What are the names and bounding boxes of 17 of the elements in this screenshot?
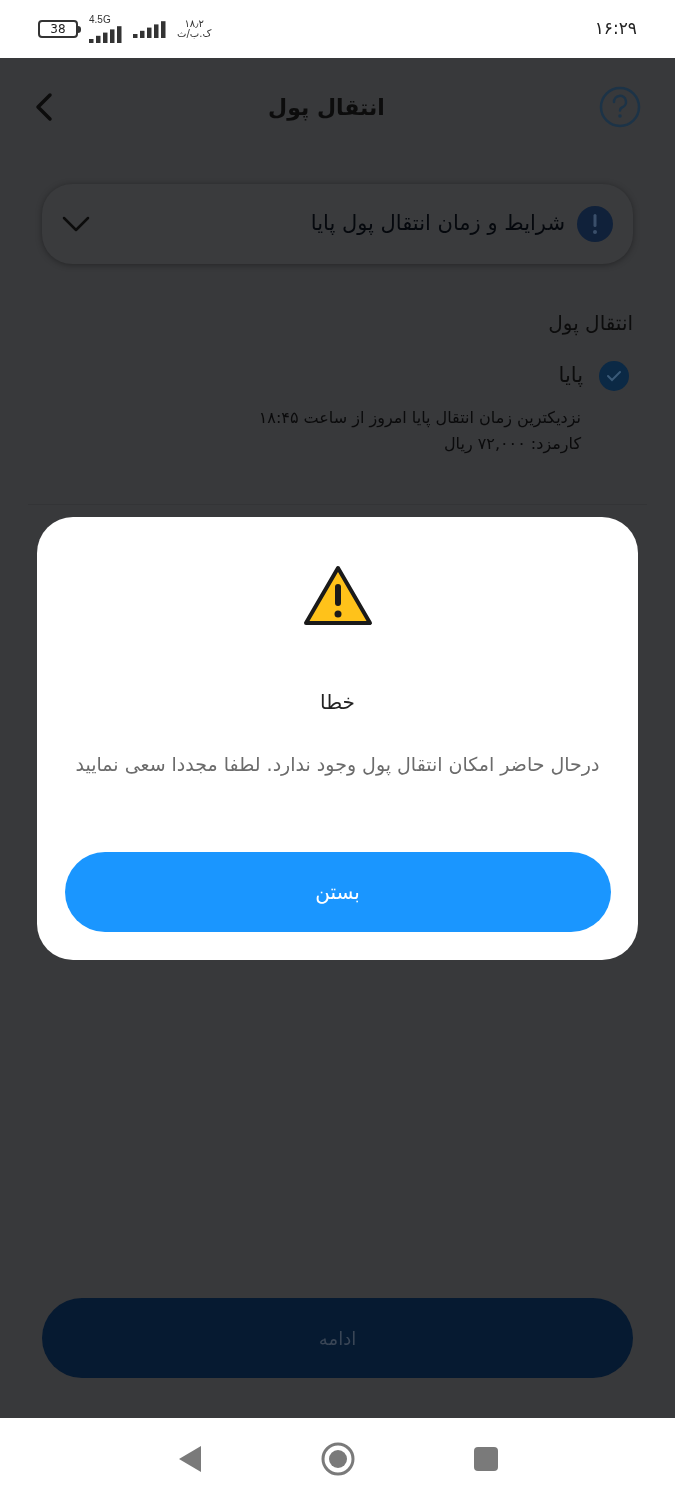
warning-icon [302, 565, 373, 627]
info-icon [577, 206, 613, 242]
chevron-icon [62, 216, 90, 232]
check-icon [606, 369, 622, 382]
recents-nav-icon[interactable] [472, 1446, 499, 1472]
signal-icon [133, 20, 169, 38]
close-button[interactable]: بستن [64, 852, 611, 932]
data-speed-unit: ک.ب/ث [177, 29, 212, 39]
dialog-message: درحال حاضر امکان انتقال پول وجود ندارد. لطفا مجددا سعی نمایید [74, 752, 601, 778]
battery-level: 38 [50, 23, 66, 35]
option-checkbox[interactable] [599, 360, 629, 391]
home-nav-icon[interactable] [320, 1442, 355, 1476]
network-type: 4.5G [89, 15, 111, 25]
clock-time: ۱۶:۲۹ [594, 17, 637, 41]
signal-icon [89, 25, 125, 43]
dialog-title: خطا [320, 689, 355, 716]
data-speed: ۱۸٫۲ [184, 19, 204, 29]
